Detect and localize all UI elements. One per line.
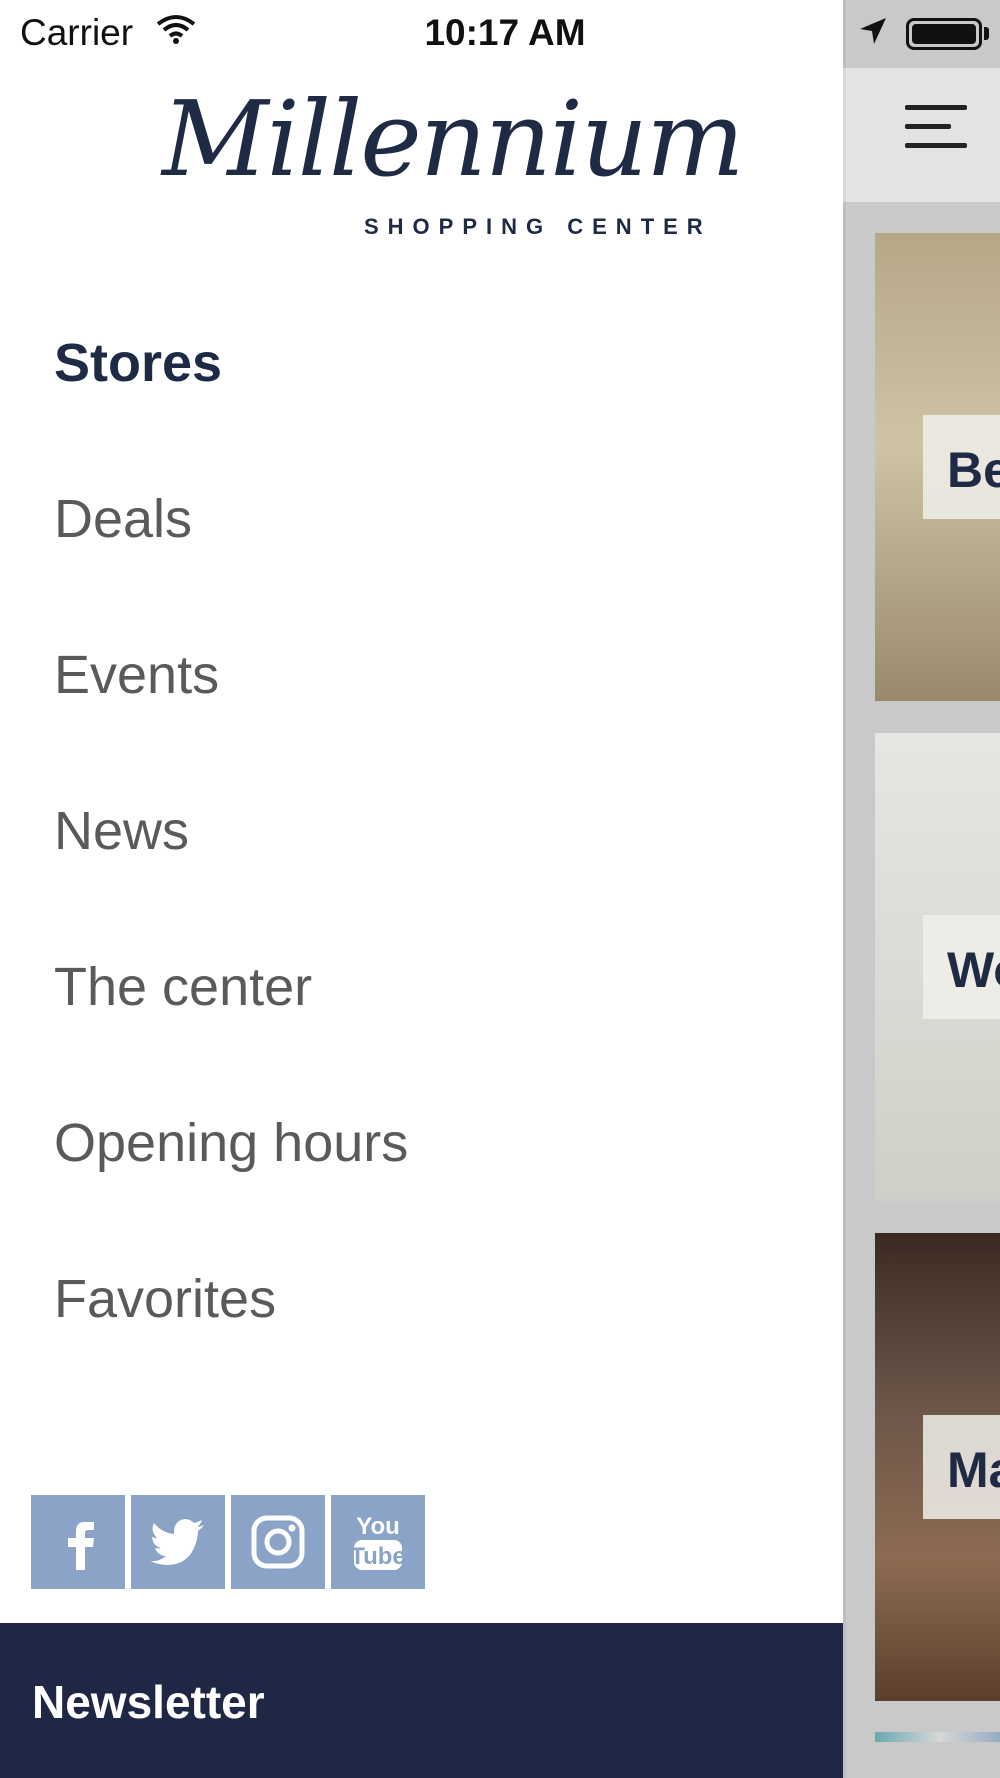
battery-icon bbox=[906, 18, 982, 50]
twitter-icon bbox=[150, 1519, 204, 1565]
category-card[interactable]: Ma bbox=[875, 1233, 1000, 1701]
menu-item-favorites[interactable]: Favorites bbox=[54, 1268, 276, 1330]
youtube-icon: You Tube bbox=[350, 1513, 406, 1570]
twitter-button[interactable] bbox=[131, 1495, 225, 1589]
social-links: You Tube bbox=[31, 1495, 425, 1589]
menu-hamburger-icon[interactable] bbox=[905, 105, 967, 162]
menu-item-events[interactable]: Events bbox=[54, 644, 219, 706]
logo-script-text: Millennium bbox=[162, 78, 745, 200]
card-label-box: Be bbox=[923, 415, 1000, 519]
drawer-edge bbox=[843, 0, 846, 1778]
menu-item-news[interactable]: News bbox=[54, 800, 189, 862]
clock-time: 10:17 AM bbox=[424, 12, 586, 53]
svg-text:Tube: Tube bbox=[350, 1543, 406, 1570]
newsletter-button[interactable]: Newsletter bbox=[0, 1623, 843, 1778]
svg-text:You: You bbox=[356, 1513, 400, 1540]
location-arrow-icon bbox=[858, 16, 888, 51]
menu-item-stores[interactable]: Stores bbox=[54, 332, 222, 394]
menu-item-opening-hours[interactable]: Opening hours bbox=[54, 1112, 408, 1174]
facebook-icon bbox=[68, 1522, 94, 1570]
card-label-box: Wo bbox=[923, 915, 1000, 1019]
main-content: Be Wo Ma bbox=[843, 0, 1000, 1778]
instagram-button[interactable] bbox=[231, 1495, 325, 1589]
card-label: Ma bbox=[947, 1442, 1000, 1498]
status-bar: Carrier 10:17 AM bbox=[0, 0, 1000, 68]
menu-item-the-center[interactable]: The center bbox=[54, 956, 312, 1018]
battery-tip bbox=[984, 27, 989, 40]
newsletter-label: Newsletter bbox=[32, 1676, 265, 1728]
millennium-logo: Millennium SHOPPING CENTER bbox=[150, 78, 745, 248]
main-header bbox=[843, 68, 1000, 202]
card-label-box: Ma bbox=[923, 1415, 1000, 1519]
card-label: Wo bbox=[947, 942, 1000, 998]
category-card[interactable]: Be bbox=[875, 233, 1000, 701]
next-card-edge bbox=[875, 1732, 1000, 1742]
category-card[interactable]: Wo bbox=[875, 733, 1000, 1201]
youtube-button[interactable]: You Tube bbox=[331, 1495, 425, 1589]
side-drawer: Millennium SHOPPING CENTER Stores Deals … bbox=[0, 0, 843, 1778]
instagram-icon bbox=[251, 1515, 305, 1569]
logo-subtitle: SHOPPING CENTER bbox=[364, 214, 712, 239]
menu-item-deals[interactable]: Deals bbox=[54, 488, 192, 550]
facebook-button[interactable] bbox=[31, 1495, 125, 1589]
card-label: Be bbox=[947, 442, 1000, 498]
